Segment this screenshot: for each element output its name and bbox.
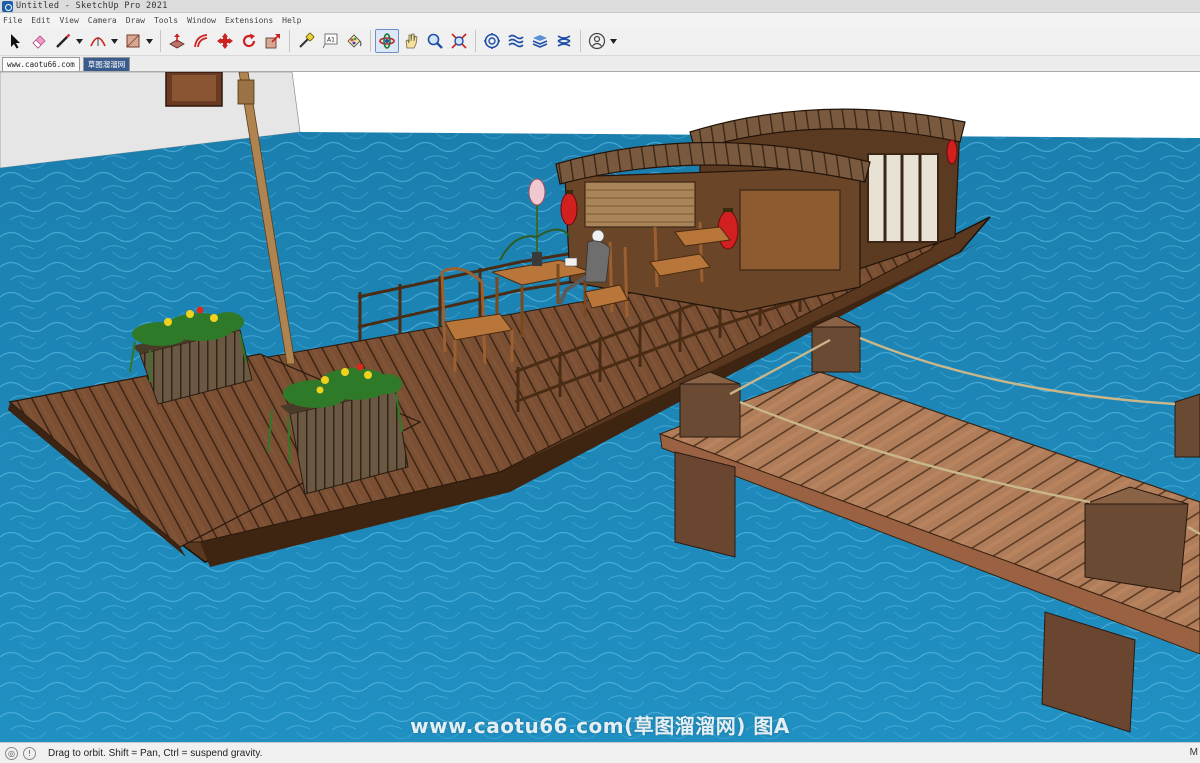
geo-location-icon[interactable]: ◎ <box>5 746 18 760</box>
layout-tool-button[interactable] <box>528 29 552 53</box>
arc-icon <box>90 37 106 47</box>
account-button[interactable] <box>585 29 609 53</box>
cabin-back-wall <box>739 189 841 271</box>
tape-measure-icon <box>299 32 315 48</box>
chevron-down-icon <box>610 38 617 44</box>
warehouse-tool-button[interactable] <box>480 29 504 53</box>
account-dropdown[interactable] <box>609 29 618 53</box>
rotate-tool-button[interactable] <box>237 29 261 53</box>
menu-edit[interactable]: Edit <box>31 16 50 25</box>
offset-tool-button[interactable] <box>189 29 213 53</box>
lantern-3 <box>946 139 958 165</box>
scale-tool-button[interactable] <box>261 29 285 53</box>
zoom-icon <box>427 33 443 49</box>
pan-icon <box>405 33 418 49</box>
measurements-box-label[interactable]: M <box>1190 747 1198 758</box>
cabin-blind <box>584 181 696 228</box>
tape-measure-tool-button[interactable] <box>294 29 318 53</box>
zoom-extents-tool-button[interactable] <box>447 29 471 53</box>
select-tool-button[interactable] <box>3 29 27 53</box>
menu-bar: File Edit View Camera Draw Tools Window … <box>0 13 1200 27</box>
move-tool-button[interactable] <box>213 29 237 53</box>
menu-view[interactable]: View <box>60 16 79 25</box>
menu-window[interactable]: Window <box>187 16 216 25</box>
window-title: Untitled - SketchUp Pro 2021 <box>16 1 168 11</box>
warehouse-icon <box>484 33 500 49</box>
mooring-post-1 <box>679 371 741 438</box>
mooring-post-3 <box>1084 486 1189 593</box>
scale-icon <box>265 34 280 49</box>
toolbar-separator <box>289 30 290 52</box>
eraser-tool-button[interactable] <box>27 29 51 53</box>
toolbar-separator <box>475 30 476 52</box>
push-pull-icon <box>169 33 185 49</box>
toolbar-separator <box>580 30 581 52</box>
instructor-info-icon[interactable]: ! <box>23 746 36 760</box>
status-message: Drag to orbit. Shift = Pan, Ctrl = suspe… <box>48 747 263 759</box>
paint-bucket-tool-button[interactable] <box>342 29 366 53</box>
layout-icon <box>532 35 548 48</box>
menu-tools[interactable]: Tools <box>154 16 178 25</box>
arc-dropdown[interactable] <box>110 29 119 53</box>
scene-tabs: www.caotu66.com 草图溜溜网 <box>0 56 1200 72</box>
toolbar-separator <box>160 30 161 52</box>
extension-warehouse-tool-button[interactable] <box>504 29 528 53</box>
eraser-icon <box>32 35 46 49</box>
red-flower <box>196 306 204 314</box>
orbit-icon <box>379 33 395 49</box>
push-pull-tool-button[interactable] <box>165 29 189 53</box>
line-tool-button[interactable] <box>51 29 75 53</box>
move-icon <box>217 33 233 49</box>
account-icon <box>588 32 606 50</box>
orbit-tool-button[interactable] <box>375 29 399 53</box>
title-bar: Untitled - SketchUp Pro 2021 <box>0 0 1200 13</box>
text-tool-button[interactable]: A1 <box>318 29 342 53</box>
menu-extensions[interactable]: Extensions <box>225 16 273 25</box>
arc-tool-button[interactable] <box>86 29 110 53</box>
mooring-post-2 <box>811 315 861 373</box>
pan-tool-button[interactable] <box>399 29 423 53</box>
model-viewport[interactable] <box>0 72 1200 742</box>
text-tool-label: A1 <box>327 37 335 44</box>
pier-piling-1 <box>674 451 736 558</box>
menu-camera[interactable]: Camera <box>88 16 117 25</box>
mast-top <box>237 79 255 105</box>
menu-file[interactable]: File <box>3 16 22 25</box>
line-icon <box>56 33 71 48</box>
scene-tab-2[interactable]: 草图溜溜网 <box>82 57 131 71</box>
menu-help[interactable]: Help <box>282 16 301 25</box>
extension-manager-tool-button[interactable] <box>552 29 576 53</box>
extension-warehouse-icon <box>508 34 524 48</box>
red-flower <box>356 363 364 371</box>
zoom-tool-button[interactable] <box>423 29 447 53</box>
rectangle-icon <box>126 34 140 48</box>
rotate-icon <box>242 33 256 48</box>
status-bar: ◎ ! Drag to orbit. Shift = Pan, Ctrl = s… <box>0 742 1200 763</box>
offset-icon <box>194 34 208 48</box>
boat-scene <box>0 72 1200 742</box>
select-icon <box>11 34 20 49</box>
scene-tab-1[interactable]: www.caotu66.com <box>2 57 80 71</box>
zoom-extents-icon <box>451 33 467 49</box>
sketchup-logo-icon <box>2 0 13 12</box>
rectangle-tool-button[interactable] <box>121 29 145 53</box>
paint-bucket-icon <box>347 34 362 48</box>
chevron-down-icon <box>76 38 83 44</box>
mooring-post-4 <box>1174 393 1200 458</box>
text-icon: A1 <box>322 33 338 49</box>
toolbar-separator <box>370 30 371 52</box>
chevron-down-icon <box>111 38 118 44</box>
chevron-down-icon <box>146 38 153 44</box>
extension-manager-icon <box>557 35 571 47</box>
line-dropdown[interactable] <box>75 29 84 53</box>
sign-panel <box>172 75 216 101</box>
rectangle-dropdown[interactable] <box>145 29 154 53</box>
main-toolbar: A1 <box>0 27 1200 56</box>
menu-draw[interactable]: Draw <box>126 16 145 25</box>
